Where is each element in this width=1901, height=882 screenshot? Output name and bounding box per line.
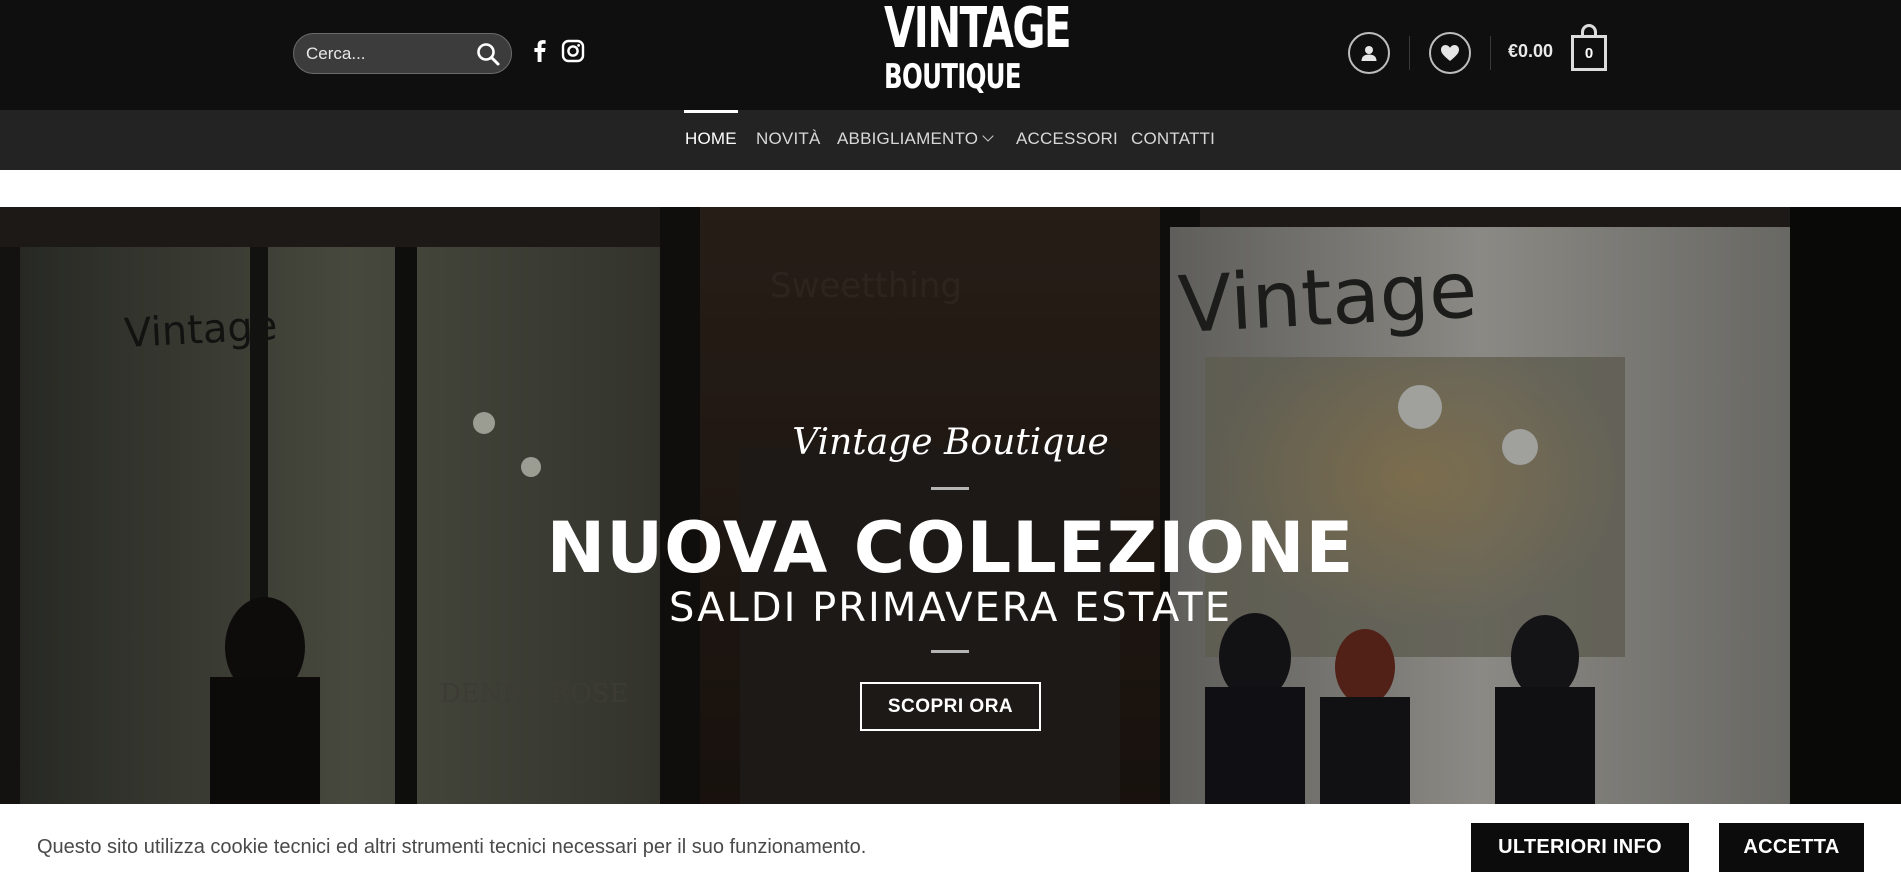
search-box bbox=[293, 33, 512, 74]
instagram-icon[interactable] bbox=[560, 38, 586, 64]
search-input[interactable] bbox=[294, 34, 474, 73]
main-navigation: HOME NOVITÀ ABBIGLIAMENTO ACCESSORI CONT… bbox=[0, 110, 1901, 170]
nav-item-novita[interactable]: NOVITÀ bbox=[756, 129, 821, 149]
nav-active-indicator bbox=[684, 110, 738, 113]
hero-script-title: Vintage Boutique bbox=[792, 422, 1109, 463]
site-logo[interactable]: VINTAGE BOUTIQUE bbox=[858, 0, 1072, 102]
nav-item-abbigliamento[interactable]: ABBIGLIAMENTO bbox=[837, 129, 994, 149]
search-icon[interactable] bbox=[475, 41, 501, 67]
hero-title: NUOVA COLLEZIONE bbox=[546, 507, 1355, 589]
logo-line-2: BOUTIQUE bbox=[884, 57, 1022, 97]
more-info-button[interactable]: ULTERIORI INFO bbox=[1471, 823, 1689, 872]
chevron-down-icon bbox=[982, 130, 994, 142]
facebook-icon[interactable] bbox=[527, 38, 553, 64]
cart-button[interactable]: 0 bbox=[1571, 24, 1607, 72]
hero-divider bbox=[931, 487, 969, 490]
hero-subtitle: SALDI PRIMAVERA ESTATE bbox=[669, 585, 1232, 631]
wishlist-button[interactable] bbox=[1429, 32, 1471, 74]
cart-count: 0 bbox=[1571, 35, 1607, 71]
nav-item-accessori[interactable]: ACCESSORI bbox=[1016, 129, 1118, 149]
spacer bbox=[0, 170, 1901, 207]
site-header: VINTAGE BOUTIQUE €0.00 0 bbox=[0, 0, 1901, 110]
cookie-banner: Questo sito utilizza cookie tecnici ed a… bbox=[0, 804, 1901, 882]
accept-cookies-button[interactable]: ACCETTA bbox=[1719, 823, 1864, 872]
nav-item-abbigliamento-label: ABBIGLIAMENTO bbox=[837, 129, 979, 148]
header-divider bbox=[1409, 36, 1410, 70]
cart-total[interactable]: €0.00 bbox=[1508, 41, 1553, 62]
account-button[interactable] bbox=[1348, 32, 1390, 74]
logo-line-1: VINTAGE bbox=[884, 0, 1072, 61]
shop-now-button[interactable]: SCOPRI ORA bbox=[860, 682, 1041, 731]
hero-divider bbox=[931, 650, 969, 653]
user-icon bbox=[1361, 46, 1377, 61]
cookie-message: Questo sito utilizza cookie tecnici ed a… bbox=[37, 836, 867, 858]
heart-icon bbox=[1441, 45, 1459, 61]
header-divider bbox=[1490, 36, 1491, 70]
hero-banner: Vintage Vintage Sweetthing DENNY ROSE Vi… bbox=[0, 207, 1901, 804]
nav-item-contatti[interactable]: CONTATTI bbox=[1131, 129, 1215, 149]
nav-item-home[interactable]: HOME bbox=[685, 129, 737, 149]
hero-content: Vintage Boutique NUOVA COLLEZIONE SALDI … bbox=[0, 207, 1901, 804]
